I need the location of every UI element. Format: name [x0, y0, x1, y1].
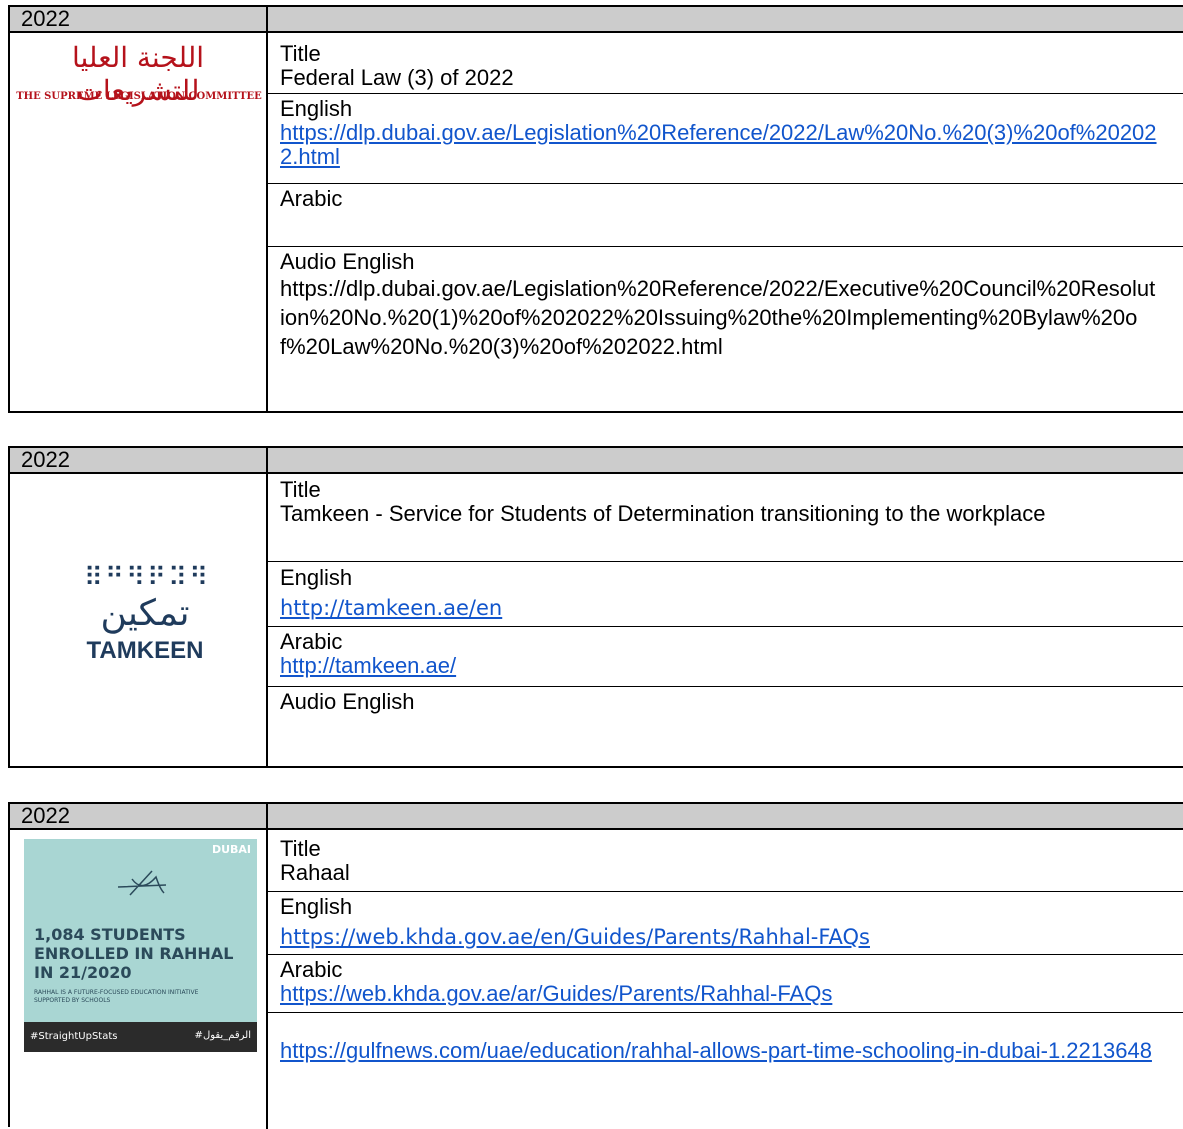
- english-cell: English https://dlp.dubai.gov.ae/Legisla…: [268, 94, 1183, 184]
- title-cell: Title Rahaal: [268, 830, 1183, 892]
- arabic-link[interactable]: https://web.khda.gov.ae/ar/Guides/Parent…: [280, 982, 1183, 1006]
- table-header: 2022: [10, 7, 1183, 33]
- english-link[interactable]: https://dlp.dubai.gov.ae/Legislation%20R…: [280, 121, 1160, 169]
- title-label: Title: [280, 41, 321, 66]
- gulfnews-link[interactable]: https://gulfnews.com/uae/education/rahha…: [280, 1039, 1160, 1063]
- english-label: English: [280, 565, 353, 590]
- english-link[interactable]: http://tamkeen.ae/en: [280, 596, 1183, 620]
- record-table-2: 2022 ⠿⠛⠻⠟⠽⠻ تمكين TAMKEEN Title Tamkeen …: [8, 446, 1183, 768]
- english-label: English: [280, 96, 353, 121]
- table-header: 2022: [10, 448, 1183, 474]
- audio-cell: Audio English: [268, 687, 1183, 768]
- arabic-label: Arabic: [280, 186, 343, 211]
- header-blank: [268, 804, 1183, 828]
- hashtag-right: #الرقم_يقول: [194, 1030, 251, 1041]
- title-label: Title: [280, 477, 321, 502]
- brand-text: DUBAI: [211, 843, 251, 856]
- arabic-label: Arabic: [280, 957, 343, 982]
- arabic-label: Arabic: [280, 629, 343, 654]
- title-value: Tamkeen - Service for Students of Determ…: [280, 501, 1046, 526]
- logo-english-text: TAMKEEN: [86, 637, 204, 664]
- record-table-3: 2022 DUBAI 1,084 STUDENTS ENROLLED IN RA…: [8, 802, 1183, 1129]
- arabic-link[interactable]: http://tamkeen.ae/: [280, 654, 1183, 678]
- record-table-1: 2022 اللجنة العليا للتشريعات THE SUPREME…: [8, 5, 1183, 413]
- english-cell: English http://tamkeen.ae/en: [268, 562, 1183, 627]
- audio-label: Audio English: [280, 249, 415, 274]
- arabic-cell: Arabic http://tamkeen.ae/: [268, 627, 1183, 687]
- stats-poster: DUBAI 1,084 STUDENTS ENROLLED IN RAHHAL …: [24, 839, 257, 1052]
- signature-icon: [117, 870, 167, 896]
- title-label: Title: [280, 836, 321, 861]
- title-cell: Title Federal Law (3) of 2022: [268, 33, 1183, 94]
- header-blank: [268, 7, 1183, 31]
- year-cell: 2022: [10, 448, 268, 472]
- table-header: 2022: [10, 804, 1183, 830]
- header-blank: [268, 448, 1183, 472]
- audio-label: Audio English: [280, 689, 415, 714]
- hashtag-left: #StraightUpStats: [30, 1031, 118, 1042]
- braille-dots-icon: ⠿⠛⠻⠟⠽⠻: [83, 562, 211, 592]
- arabic-cell: Arabic: [268, 184, 1183, 247]
- poster-headline: 1,084 STUDENTS ENROLLED IN RAHHAL IN 21/…: [34, 925, 234, 982]
- english-link[interactable]: https://web.khda.gov.ae/en/Guides/Parent…: [280, 925, 1183, 949]
- year-cell: 2022: [10, 7, 268, 31]
- poster-subline: RAHHAL IS A FUTURE-FOCUSED EDUCATION INI…: [34, 989, 199, 1004]
- supreme-legislation-logo: اللجنة العليا للتشريعات THE SUPREME LEGI…: [10, 33, 268, 413]
- arabic-cell: Arabic https://web.khda.gov.ae/ar/Guides…: [268, 955, 1183, 1013]
- logo-english-text: THE SUPREME LEGISLATION COMMITTEE: [16, 91, 262, 102]
- audio-text: https://dlp.dubai.gov.ae/Legislation%20R…: [280, 276, 1156, 359]
- year-cell: 2022: [10, 804, 268, 828]
- title-cell: Title Tamkeen - Service for Students of …: [268, 474, 1183, 562]
- english-cell: English https://web.khda.gov.ae/en/Guide…: [268, 892, 1183, 955]
- title-value: Federal Law (3) of 2022: [280, 65, 514, 90]
- logo-arabic-text: تمكين: [100, 592, 190, 633]
- poster-footer: #StraightUpStats #الرقم_يقول: [24, 1022, 257, 1052]
- english-label: English: [280, 894, 353, 919]
- extra-link-cell: https://gulfnews.com/uae/education/rahha…: [268, 1013, 1183, 1113]
- audio-cell: Audio English https://dlp.dubai.gov.ae/L…: [268, 247, 1183, 413]
- title-value: Rahaal: [280, 860, 350, 885]
- rahhal-stats-image: DUBAI 1,084 STUDENTS ENROLLED IN RAHHAL …: [10, 830, 268, 1129]
- tamkeen-logo: ⠿⠛⠻⠟⠽⠻ تمكين TAMKEEN: [10, 474, 268, 768]
